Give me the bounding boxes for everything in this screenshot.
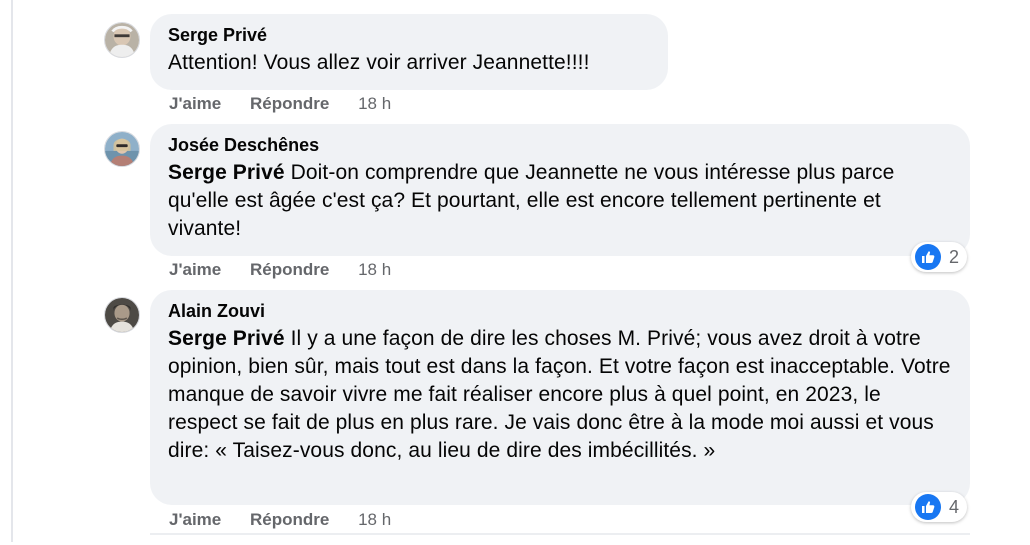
reply-action[interactable]: Répondre <box>250 259 329 281</box>
comment-author[interactable]: Alain Zouvi <box>168 299 952 323</box>
comment-bubble: Josée Deschênes Serge Privé Doit-on comp… <box>150 124 970 256</box>
comment-timestamp[interactable]: 18 h <box>358 509 391 531</box>
comment-timestamp[interactable]: 18 h <box>358 259 391 281</box>
comment-text: Serge Privé Doit-on comprendre que Jeann… <box>168 159 952 243</box>
avatar[interactable] <box>104 22 140 58</box>
comment-actions: J'aime Répondre 18 h <box>169 93 391 115</box>
reaction-summary[interactable]: 2 <box>911 242 968 272</box>
mention-link[interactable]: Serge Privé <box>168 327 285 350</box>
feed-left-border <box>11 0 13 542</box>
reaction-summary[interactable]: 4 <box>911 492 968 522</box>
comment-author[interactable]: Josée Deschênes <box>168 133 952 157</box>
reply-action[interactable]: Répondre <box>250 509 329 531</box>
avatar[interactable] <box>104 297 140 333</box>
reaction-count: 4 <box>949 497 960 517</box>
mention-link[interactable]: Serge Privé <box>168 161 285 184</box>
reaction-count: 2 <box>949 247 960 267</box>
like-icon <box>915 494 941 520</box>
avatar[interactable] <box>104 131 140 167</box>
comment-bubble: Serge Privé Attention! Vous allez voir a… <box>150 14 668 90</box>
like-icon <box>915 244 941 270</box>
like-action[interactable]: J'aime <box>169 93 221 115</box>
like-action[interactable]: J'aime <box>169 509 221 531</box>
next-comment-edge <box>150 533 970 545</box>
reply-action[interactable]: Répondre <box>250 93 329 115</box>
comment-author[interactable]: Serge Privé <box>168 23 650 47</box>
comment-actions: J'aime Répondre 18 h <box>169 509 391 531</box>
like-action[interactable]: J'aime <box>169 259 221 281</box>
comment-text: Attention! Vous allez voir arriver Jeann… <box>168 51 590 74</box>
comment-bubble: Alain Zouvi Serge Privé Il y a une façon… <box>150 290 970 505</box>
comment-body: Il y a une façon de dire les choses M. P… <box>168 327 951 462</box>
comment-timestamp[interactable]: 18 h <box>358 93 391 115</box>
previous-comment-actions-cut: · <box>150 0 970 4</box>
comment-actions: J'aime Répondre 18 h <box>169 259 391 281</box>
comment-text: Serge Privé Il y a une façon de dire les… <box>168 325 952 465</box>
